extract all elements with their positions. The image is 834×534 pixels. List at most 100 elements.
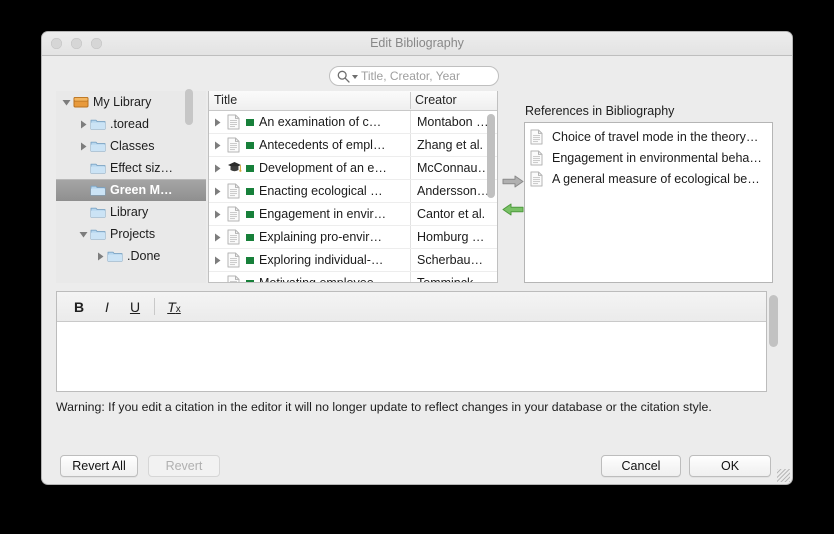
italic-icon: I bbox=[105, 299, 109, 315]
reference-title: Choice of travel mode in the theory… bbox=[552, 130, 758, 144]
items-list-scrollbar[interactable] bbox=[487, 112, 495, 280]
items-list[interactable]: Title Creator An examination of c… Montab… bbox=[208, 91, 498, 283]
ok-button[interactable]: OK bbox=[689, 455, 771, 477]
item-title: An examination of c… bbox=[259, 115, 381, 129]
search-input[interactable]: Title, Creator, Year bbox=[329, 66, 499, 86]
disclosure-triangle[interactable] bbox=[209, 256, 225, 265]
library-icon bbox=[73, 95, 89, 109]
references-list[interactable]: Choice of travel mode in the theory… Enga… bbox=[524, 122, 773, 283]
collection-label: Library bbox=[110, 205, 148, 219]
item-title-cell: Engagement in envir… bbox=[209, 206, 410, 222]
item-row[interactable]: Enacting ecological …Andersson… bbox=[209, 180, 497, 203]
tag-color-swatch bbox=[246, 188, 254, 195]
collection-row[interactable]: My Library bbox=[56, 91, 206, 113]
warning-text: Warning: If you edit a citation in the e… bbox=[56, 399, 762, 416]
disclosure-triangle[interactable] bbox=[77, 230, 90, 239]
disclosure-triangle[interactable] bbox=[209, 187, 225, 196]
tag-color-swatch bbox=[246, 234, 254, 241]
collection-row[interactable]: Projects bbox=[56, 223, 206, 245]
collection-row[interactable]: Green M… bbox=[56, 179, 206, 201]
disclosure-triangle[interactable] bbox=[209, 164, 225, 173]
item-row[interactable]: Development of an e…McConnau… bbox=[209, 157, 497, 180]
item-title-cell: Motivating employee… bbox=[209, 275, 410, 283]
editor-scrollbar[interactable] bbox=[769, 293, 778, 390]
item-title-cell: Antecedents of empl… bbox=[209, 137, 410, 153]
disclosure-triangle[interactable] bbox=[77, 142, 90, 151]
revert-all-button[interactable]: Revert All bbox=[60, 455, 138, 477]
citation-editor[interactable]: B I U Tx bbox=[56, 291, 767, 392]
folder-icon bbox=[90, 117, 106, 131]
edit-bibliography-window: Edit Bibliography Title, Creator, Year M… bbox=[42, 32, 792, 484]
disclosure-closed-icon bbox=[213, 118, 222, 127]
disclosure-open-icon bbox=[62, 98, 71, 107]
item-title-cell: Enacting ecological … bbox=[209, 183, 410, 199]
item-row[interactable]: Antecedents of empl…Zhang et al. bbox=[209, 134, 497, 157]
folder-icon bbox=[90, 205, 106, 219]
revert-button: Revert bbox=[148, 455, 220, 477]
disclosure-triangle[interactable] bbox=[209, 118, 225, 127]
tag-color-swatch bbox=[246, 165, 254, 172]
document-icon bbox=[530, 171, 545, 187]
disclosure-triangle[interactable] bbox=[77, 120, 90, 129]
bold-button[interactable]: B bbox=[65, 296, 93, 318]
remove-from-bibliography-button[interactable] bbox=[502, 203, 524, 221]
disclosure-triangle[interactable] bbox=[94, 252, 107, 261]
folder-icon bbox=[90, 139, 106, 153]
items-list-scrollbar-thumb[interactable] bbox=[487, 114, 495, 198]
item-title-cell: Explaining pro-envir… bbox=[209, 229, 410, 245]
search-icon-group[interactable] bbox=[337, 70, 359, 83]
collections-sidebar[interactable]: My Library .toreadClassesEffect siz…Green… bbox=[56, 91, 206, 283]
document-icon bbox=[227, 137, 240, 153]
resize-grip[interactable] bbox=[777, 469, 790, 482]
disclosure-closed-icon bbox=[79, 120, 88, 129]
disclosure-closed-icon bbox=[213, 141, 222, 150]
add-to-bibliography-button[interactable] bbox=[502, 175, 524, 193]
disclosure-open-icon bbox=[79, 230, 88, 239]
folder-icon bbox=[90, 117, 106, 131]
collection-row[interactable]: Effect siz… bbox=[56, 157, 206, 179]
reference-row[interactable]: A general measure of ecological be… bbox=[525, 168, 772, 189]
document-icon bbox=[227, 275, 242, 283]
collection-row[interactable]: .toread bbox=[56, 113, 206, 135]
reference-row[interactable]: Choice of travel mode in the theory… bbox=[525, 126, 772, 147]
sidebar-scrollbar[interactable] bbox=[185, 89, 193, 277]
collection-row[interactable]: Classes bbox=[56, 135, 206, 157]
tag-color-swatch bbox=[246, 211, 254, 218]
tag-color-swatch bbox=[246, 280, 254, 284]
item-row[interactable]: Exploring individual-…Scherbau… bbox=[209, 249, 497, 272]
cancel-button[interactable]: Cancel bbox=[601, 455, 681, 477]
clear-format-button[interactable]: Tx bbox=[160, 296, 188, 318]
item-row[interactable]: Explaining pro-envir…Homburg … bbox=[209, 226, 497, 249]
column-divider[interactable] bbox=[410, 92, 411, 109]
sidebar-scrollbar-thumb[interactable] bbox=[185, 89, 193, 125]
search-row: Title, Creator, Year bbox=[42, 55, 792, 87]
arrow-right-icon bbox=[502, 175, 524, 188]
item-row[interactable]: Engagement in envir…Cantor et al. bbox=[209, 203, 497, 226]
italic-button[interactable]: I bbox=[93, 296, 121, 318]
disclosure-triangle[interactable] bbox=[209, 233, 225, 242]
item-title: Engagement in envir… bbox=[259, 207, 386, 221]
editor-scrollbar-thumb[interactable] bbox=[769, 295, 778, 347]
editor-text-area[interactable] bbox=[57, 322, 766, 392]
underline-icon: U bbox=[130, 299, 140, 315]
item-row[interactable]: Motivating employee…Temminck… bbox=[209, 272, 497, 283]
collection-label: My Library bbox=[93, 95, 151, 109]
item-title-cell: Exploring individual-… bbox=[209, 252, 410, 268]
collection-row[interactable]: Library bbox=[56, 201, 206, 223]
column-header-creator[interactable]: Creator bbox=[415, 93, 457, 107]
collection-row[interactable]: .Done bbox=[56, 245, 206, 267]
disclosure-triangle[interactable] bbox=[60, 98, 73, 107]
underline-button[interactable]: U bbox=[121, 296, 149, 318]
column-header-title[interactable]: Title bbox=[214, 93, 237, 107]
folder-icon bbox=[90, 183, 106, 197]
window-titlebar: Edit Bibliography bbox=[42, 32, 792, 56]
item-creator: Montabon … bbox=[410, 111, 497, 133]
reference-row[interactable]: Engagement in environmental beha… bbox=[525, 147, 772, 168]
document-icon bbox=[227, 275, 240, 283]
document-icon bbox=[227, 206, 240, 222]
document-icon bbox=[227, 137, 242, 153]
item-row[interactable]: An examination of c… Montabon … bbox=[209, 111, 497, 134]
disclosure-triangle[interactable] bbox=[209, 141, 225, 150]
references-label: References in Bibliography bbox=[525, 104, 674, 118]
disclosure-triangle[interactable] bbox=[209, 210, 225, 219]
